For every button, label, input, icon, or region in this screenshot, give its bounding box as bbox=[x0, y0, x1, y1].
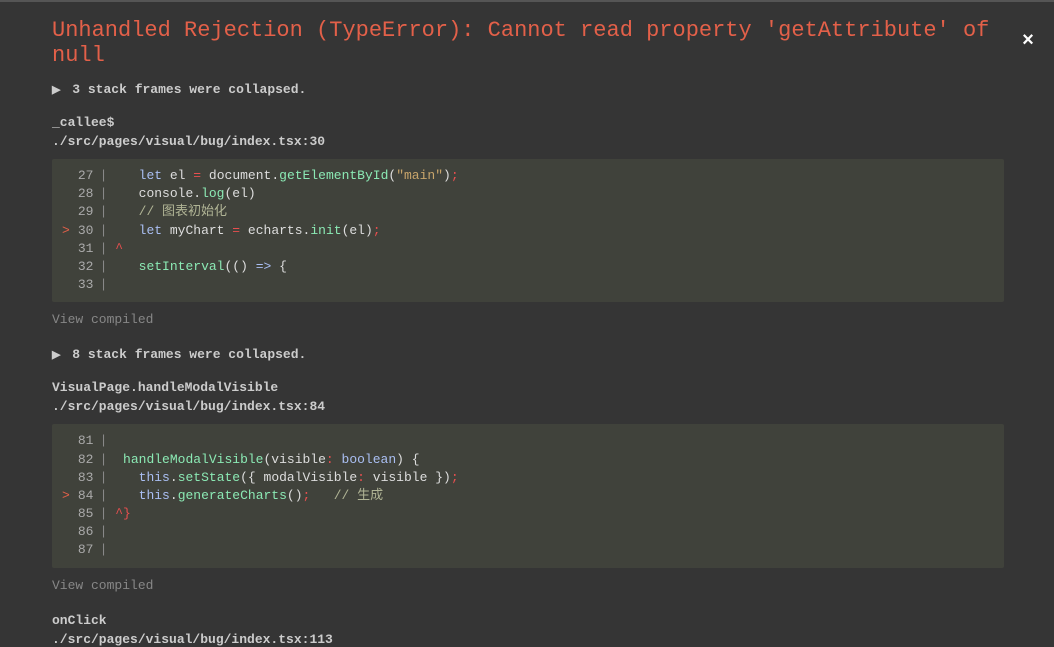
close-icon[interactable]: × bbox=[1022, 30, 1034, 53]
view-compiled-link-1[interactable]: View compiled bbox=[52, 312, 1004, 327]
code-snippet-1: 27 | let el = document.getElementById("m… bbox=[52, 159, 1004, 302]
error-title: Unhandled Rejection (TypeError): Cannot … bbox=[52, 18, 1004, 68]
file-path[interactable]: ./src/pages/visual/bug/index.tsx:113 bbox=[52, 632, 1004, 647]
code-snippet-2: 81 | 82 | handleModalVisible(visible: bo… bbox=[52, 424, 1004, 567]
function-name: VisualPage.handleModalVisible bbox=[52, 380, 1004, 395]
arrow-right-icon: ▶ bbox=[52, 348, 60, 362]
stack-frame-1: _callee$ ./src/pages/visual/bug/index.ts… bbox=[52, 115, 1004, 302]
collapsed-frames-toggle-1[interactable]: ▶ 3 stack frames were collapsed. bbox=[52, 82, 1004, 97]
collapsed-frames-text: 8 stack frames were collapsed. bbox=[72, 347, 306, 362]
file-path[interactable]: ./src/pages/visual/bug/index.tsx:30 bbox=[52, 134, 1004, 149]
function-name: onClick bbox=[52, 613, 1004, 628]
collapsed-frames-toggle-2[interactable]: ▶ 8 stack frames were collapsed. bbox=[52, 347, 1004, 362]
view-compiled-link-2[interactable]: View compiled bbox=[52, 578, 1004, 593]
stack-frame-2: VisualPage.handleModalVisible ./src/page… bbox=[52, 380, 1004, 567]
arrow-right-icon: ▶ bbox=[52, 83, 60, 97]
function-name: _callee$ bbox=[52, 115, 1004, 130]
file-path[interactable]: ./src/pages/visual/bug/index.tsx:84 bbox=[52, 399, 1004, 414]
collapsed-frames-text: 3 stack frames were collapsed. bbox=[72, 82, 306, 97]
stack-frame-3: onClick ./src/pages/visual/bug/index.tsx… bbox=[52, 613, 1004, 647]
